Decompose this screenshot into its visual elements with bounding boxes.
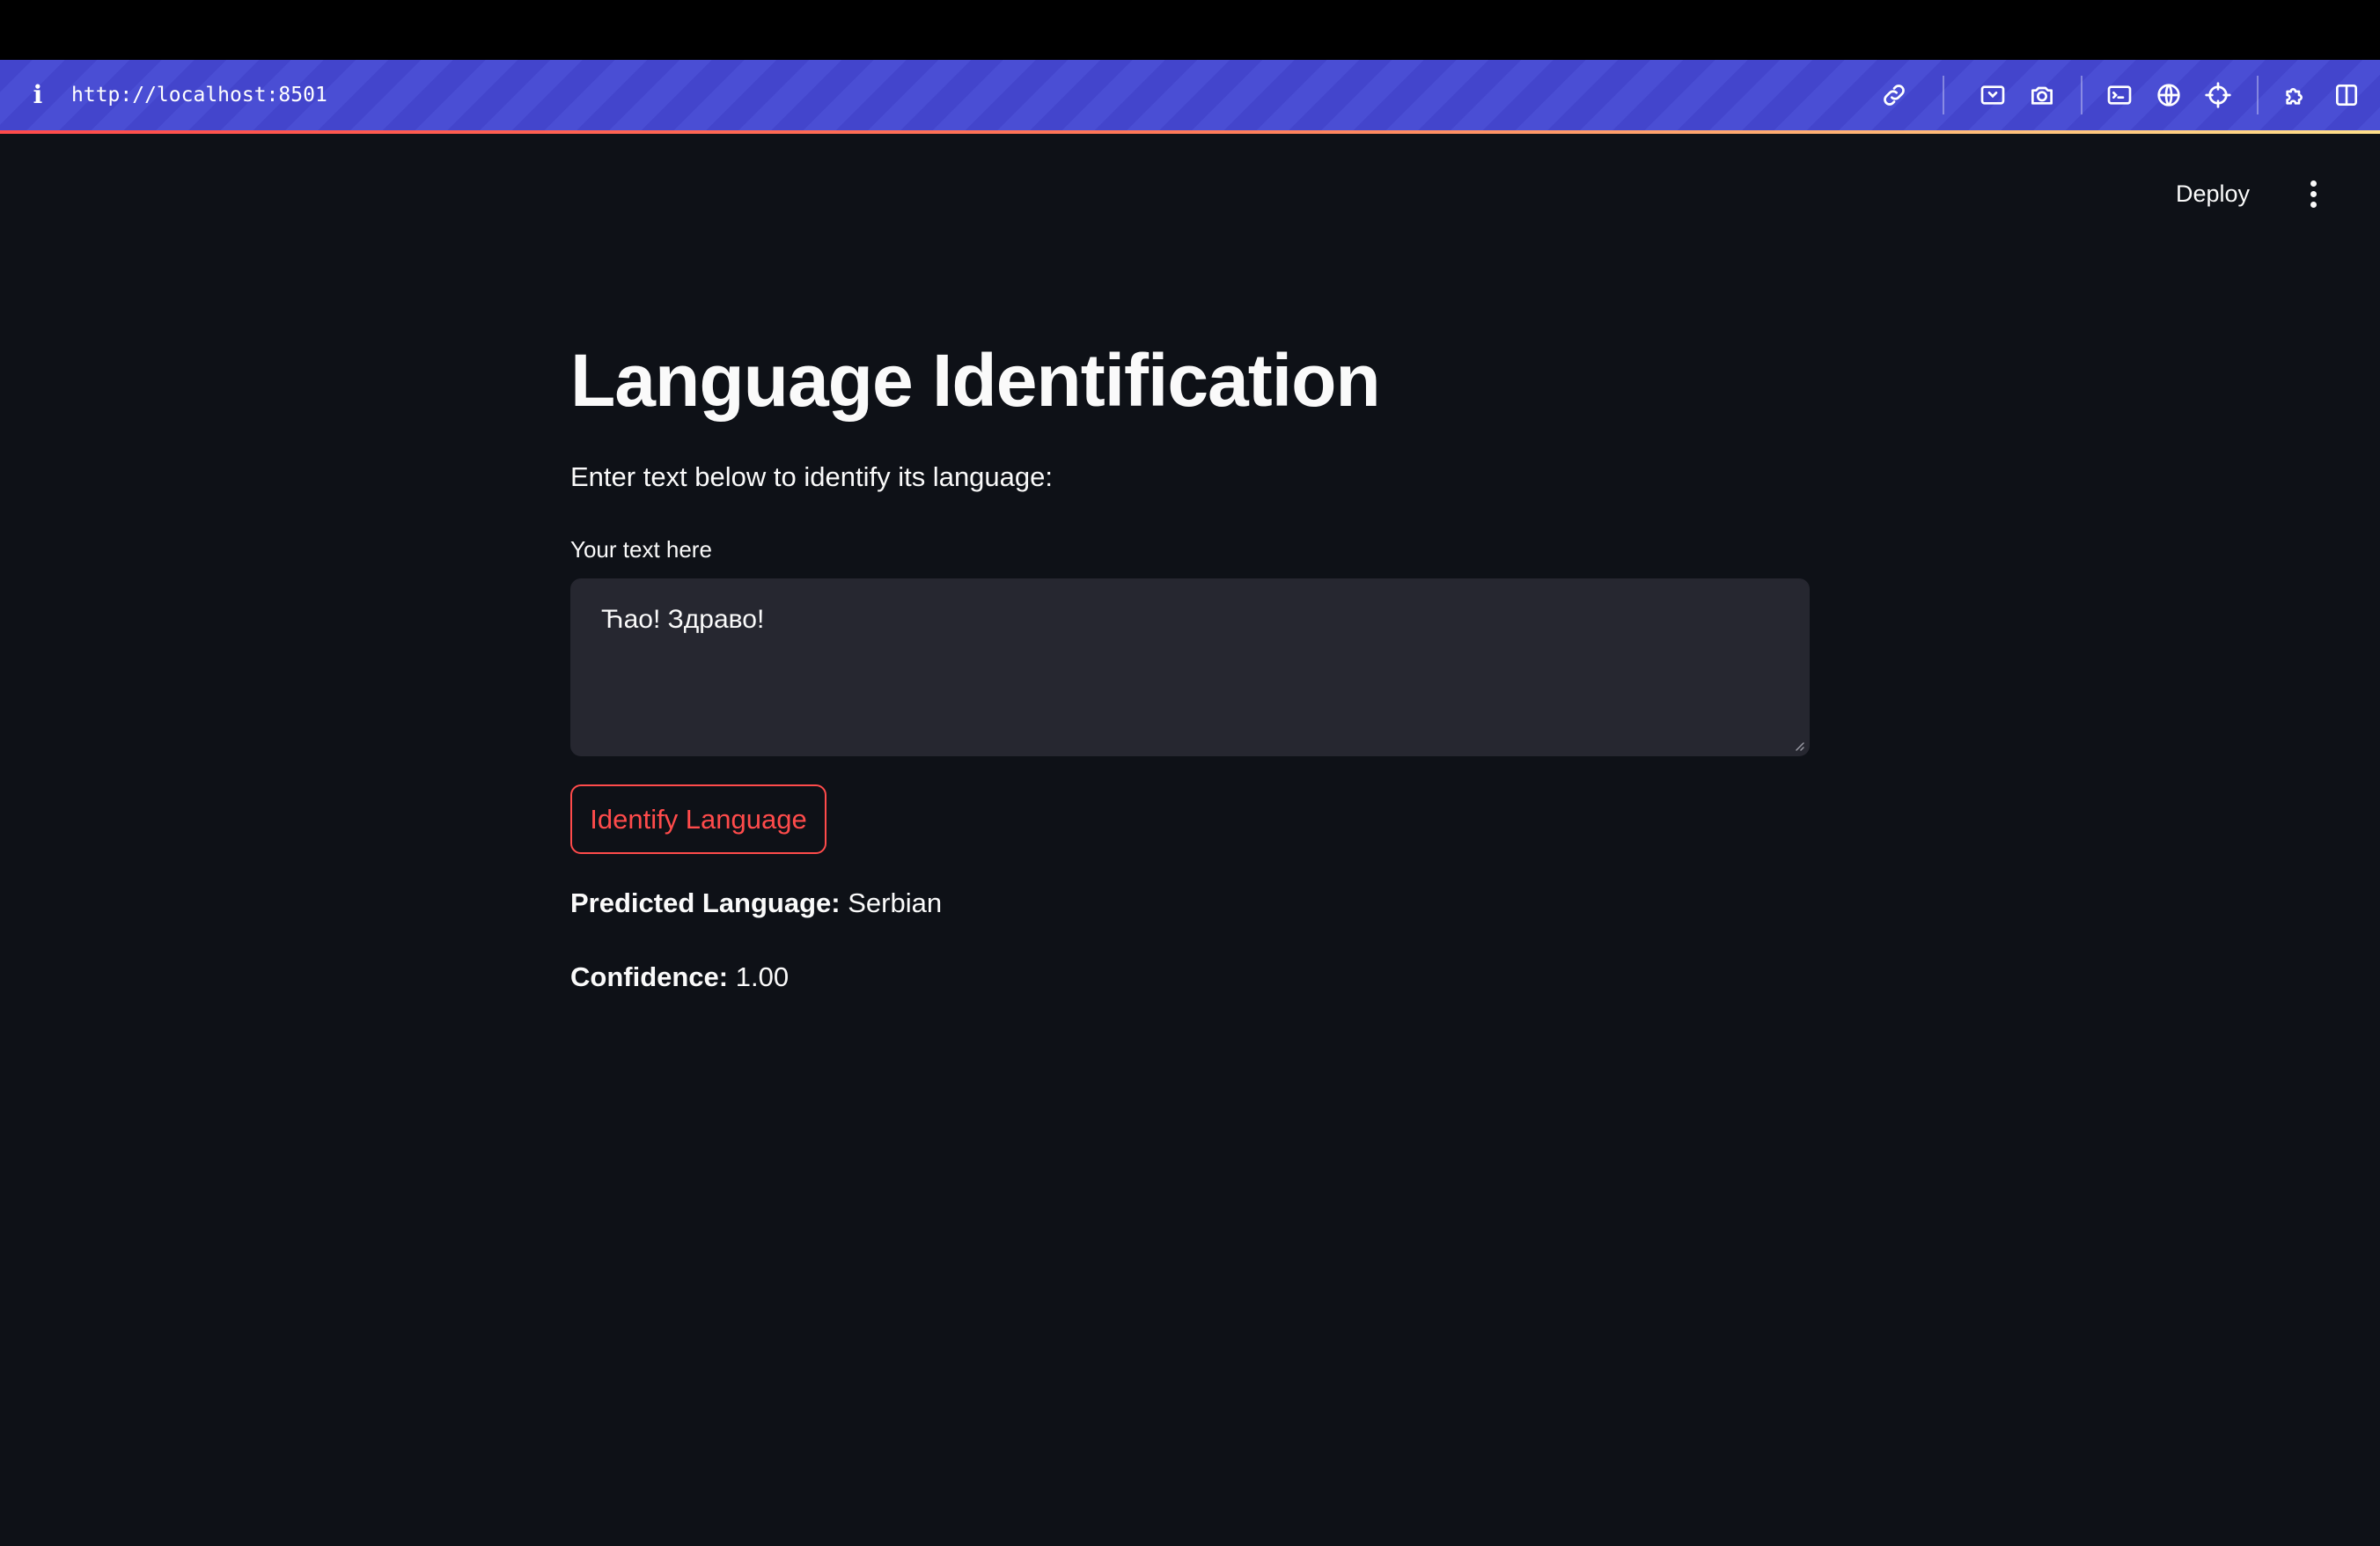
kebab-menu-icon[interactable] xyxy=(2299,174,2327,213)
text-input[interactable] xyxy=(571,579,1809,755)
text-input-label: Your text here xyxy=(570,536,712,563)
split-view-icon[interactable] xyxy=(2331,79,2362,111)
page-subtitle: Enter text below to identify its languag… xyxy=(570,461,1053,492)
globe-icon[interactable] xyxy=(2153,79,2185,111)
main-content: Language Identification Enter text below… xyxy=(570,326,1810,992)
predicted-language-label: Predicted Language: xyxy=(570,887,841,918)
predicted-language-value: Serbian xyxy=(848,887,943,918)
page-title: Language Identification xyxy=(570,339,1381,422)
confidence-value: 1.00 xyxy=(735,961,790,992)
link-icon[interactable] xyxy=(1878,79,1910,111)
header-decoration-line xyxy=(0,130,2380,134)
resize-handle-icon[interactable] xyxy=(1791,738,1805,752)
info-icon[interactable]: i xyxy=(30,81,46,109)
identify-language-button[interactable]: Identify Language xyxy=(570,784,826,854)
predicted-language-text: Predicted Language: Serbian xyxy=(570,884,942,923)
url-bar[interactable]: http://localhost:8501 xyxy=(71,81,327,109)
extensions-icon[interactable] xyxy=(2280,79,2311,111)
screenshot-area-icon[interactable] xyxy=(1977,79,2009,111)
toolbar-separator xyxy=(2081,76,2082,114)
camera-icon[interactable] xyxy=(2026,79,2058,111)
confidence-label: Confidence: xyxy=(570,961,729,992)
toolbar-separator xyxy=(2257,76,2259,114)
terminal-icon[interactable] xyxy=(2104,79,2135,111)
confidence-text: Confidence: 1.00 xyxy=(570,958,789,997)
crosshair-icon[interactable] xyxy=(2202,79,2234,111)
toolbar-separator xyxy=(1943,76,1944,114)
text-input-container xyxy=(570,578,1810,756)
window-top-bar xyxy=(0,0,2380,60)
deploy-button[interactable]: Deploy xyxy=(2176,174,2250,213)
browser-toolbar xyxy=(0,60,2380,130)
